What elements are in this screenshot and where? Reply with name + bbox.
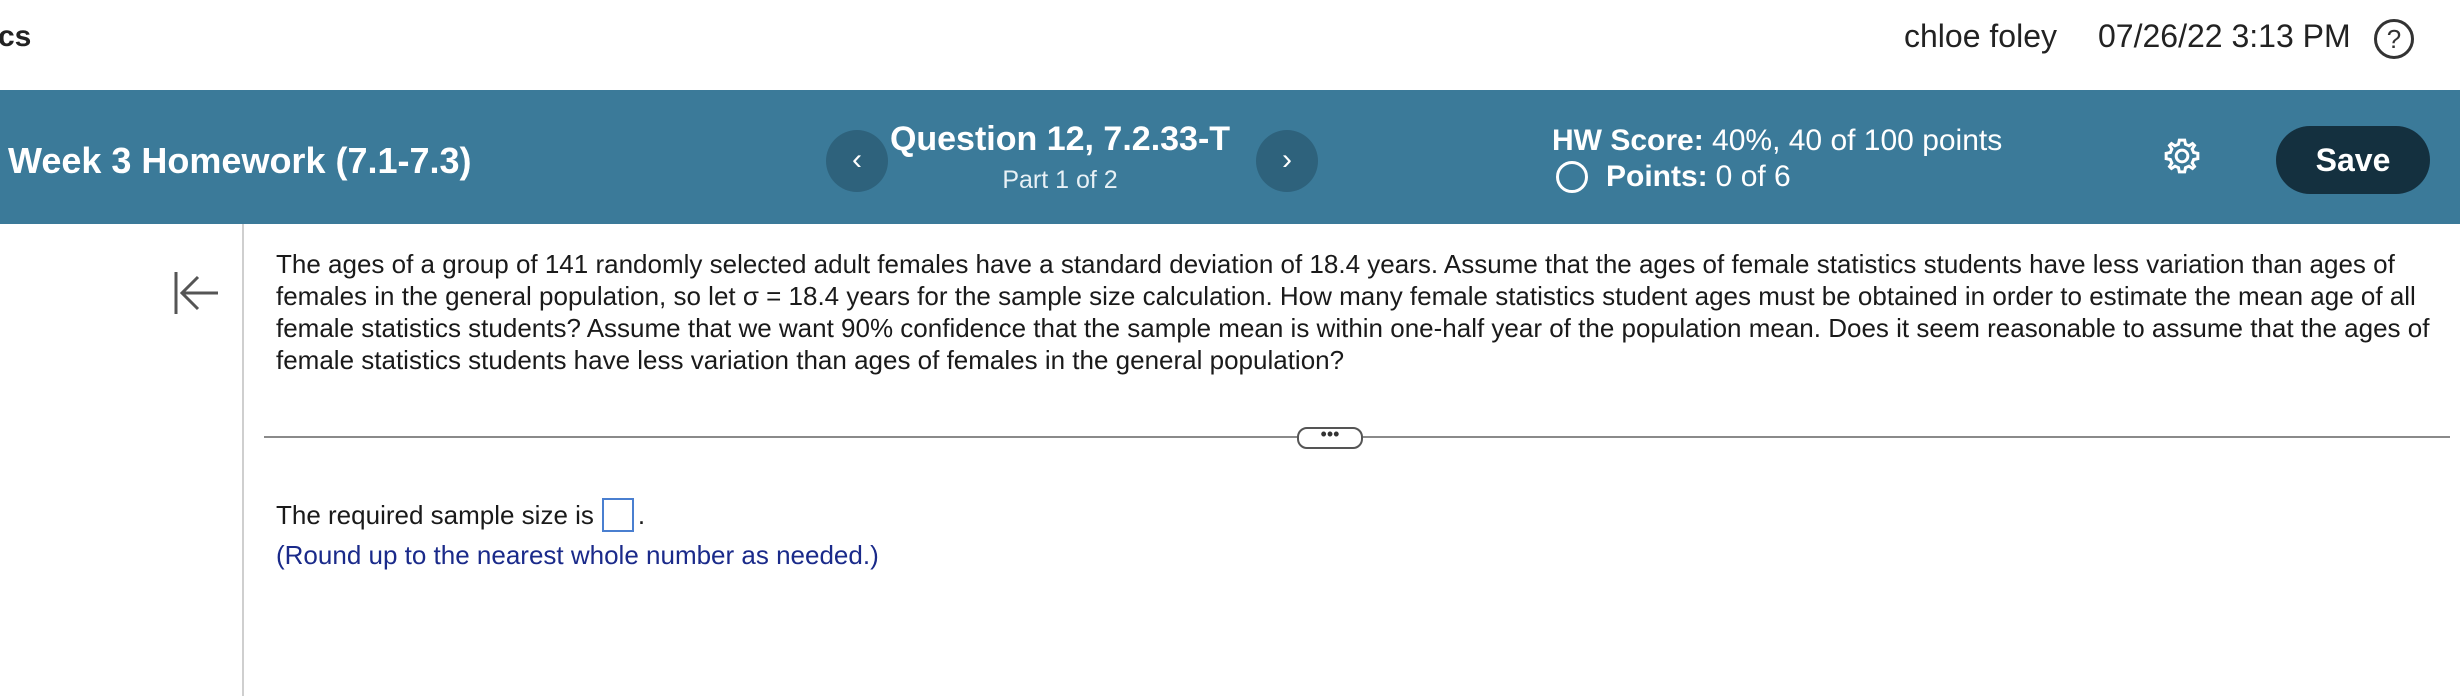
hw-score: HW Score: 40%, 40 of 100 points	[1552, 124, 2002, 158]
chevron-left-icon: ‹	[852, 143, 862, 176]
help-icon[interactable]: ?	[2374, 19, 2414, 59]
user-name[interactable]: chloe foley	[1904, 18, 2057, 55]
sample-size-input[interactable]	[601, 498, 634, 532]
points-label: Points:	[1606, 160, 1708, 193]
previous-question-button[interactable]: ‹	[826, 130, 888, 192]
answer-prefix: The required sample size is	[276, 499, 594, 530]
collapse-left-icon[interactable]	[170, 268, 222, 318]
hw-score-label: HW Score:	[1552, 124, 1704, 157]
left-rail-divider	[242, 224, 244, 696]
question-text: The ages of a group of 141 randomly sele…	[276, 249, 2430, 375]
answer-suffix: .	[637, 499, 646, 530]
hw-score-value: 40%, 40 of 100 points	[1712, 124, 2003, 157]
datetime: 07/26/22 3:13 PM	[2098, 18, 2351, 54]
assignment-header: Week 3 Homework (7.1-7.3) ‹ Question 12,…	[0, 90, 2460, 224]
question-part: Part 1 of 2	[1002, 166, 1118, 194]
top-bar: cs chloe foley 07/26/22 3:13 PM ?	[0, 0, 2460, 90]
gear-icon[interactable]	[2162, 136, 2202, 176]
assignment-title: Week 3 Homework (7.1-7.3)	[8, 140, 472, 181]
brand-text: cs	[0, 20, 32, 53]
answer-line: The required sample size is .	[276, 498, 645, 532]
save-button[interactable]: Save	[2276, 126, 2430, 194]
chevron-right-icon: ›	[1282, 143, 1292, 176]
points-value: 0 of 6	[1715, 160, 1791, 193]
circle-icon	[1556, 161, 1588, 193]
question-title: Question 12, 7.2.33-T	[889, 120, 1231, 158]
points-status: Points: 0 of 6	[1556, 160, 1791, 194]
more-options-button[interactable]: •••	[1297, 425, 1363, 449]
rounding-hint: (Round up to the nearest whole number as…	[276, 540, 879, 570]
next-question-button[interactable]: ›	[1256, 130, 1318, 192]
